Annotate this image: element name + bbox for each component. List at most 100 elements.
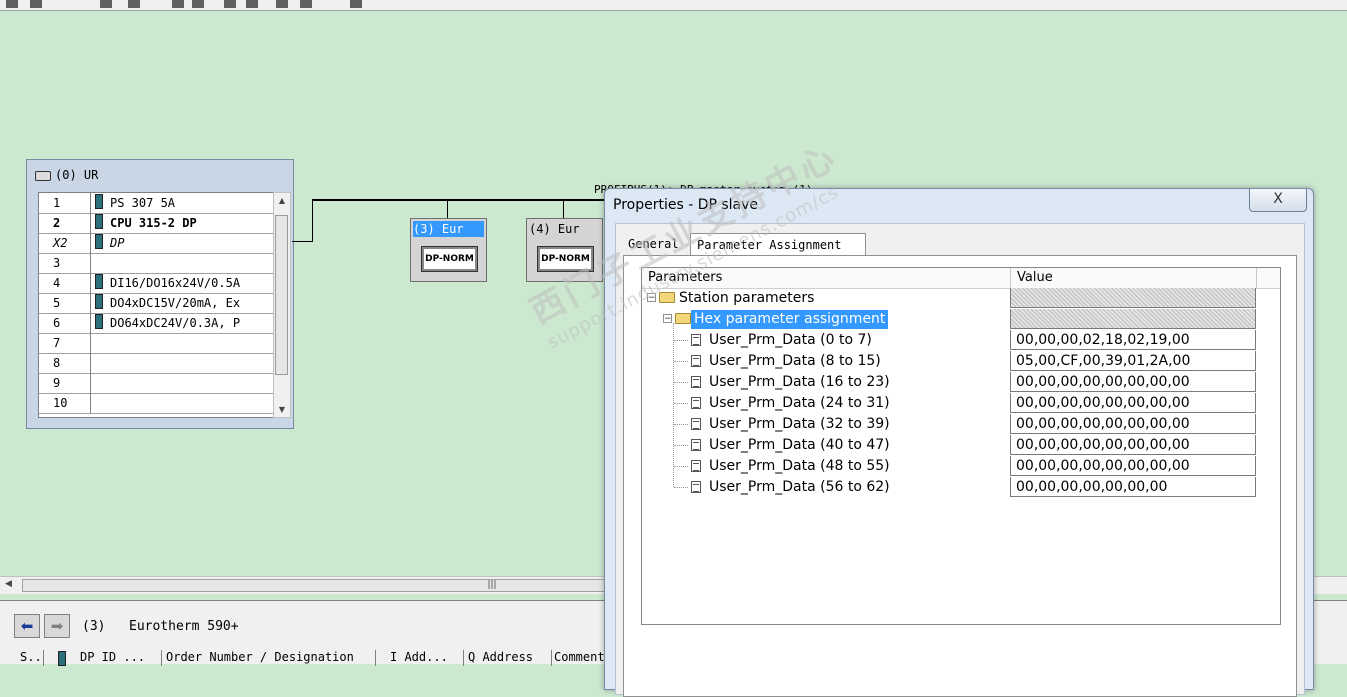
tree-row-user-prm[interactable]: User_Prm_Data (0 to 7) 00,00,00,02,18,02,… <box>642 330 1258 351</box>
tree-row-user-prm[interactable]: User_Prm_Data (24 to 31) 00,00,00,00,00,0… <box>642 393 1258 414</box>
parameter-icon <box>691 334 701 346</box>
tree-row-user-prm[interactable]: User_Prm_Data (8 to 15) 05,00,CF,00,39,01… <box>642 351 1258 372</box>
open-icon[interactable] <box>30 0 42 8</box>
save-icon[interactable] <box>100 0 112 8</box>
rack-slot-number: 3 <box>39 253 91 273</box>
paste-icon[interactable] <box>192 0 204 8</box>
rack-icon <box>35 170 51 181</box>
new-icon[interactable] <box>6 0 18 8</box>
dp-slave-3[interactable]: (3) Eur DP-NORM <box>410 218 487 282</box>
tree-value[interactable]: 00,00,00,00,00,00,00,00 <box>1010 393 1256 413</box>
col-value[interactable]: Value <box>1017 270 1053 285</box>
rack-module[interactable]: PS 307 5A <box>95 193 175 213</box>
tree-guide <box>674 424 688 425</box>
rack-module-label: CPU 315-2 DP <box>110 216 197 230</box>
rack-row[interactable]: 7 <box>39 333 274 354</box>
rack-row[interactable]: 5 DO4xDC15V/20mA, Ex <box>39 293 274 314</box>
module-icon <box>95 314 103 329</box>
tab-parameter-assignment[interactable]: Parameter Assignment <box>690 233 866 255</box>
slave-3-drop <box>447 199 448 218</box>
col-slot[interactable]: S.. <box>16 650 44 666</box>
module-icon <box>95 294 103 309</box>
rack-slot-number: 7 <box>39 333 91 353</box>
parameter-icon <box>691 376 701 388</box>
col-i-address[interactable]: I Add... <box>386 650 464 666</box>
tree-value[interactable]: 00,00,00,00,00,00,00,00 <box>1010 435 1256 455</box>
tree-label: User_Prm_Data (48 to 55) <box>709 458 890 474</box>
col-q-address[interactable]: Q Address <box>464 650 552 666</box>
tree-value[interactable]: 00,00,00,00,00,00,00 <box>1010 477 1256 497</box>
rack-row[interactable]: 2 CPU 315-2 DP <box>39 213 274 234</box>
scroll-down-icon[interactable]: ▼ <box>274 405 290 414</box>
tree-guide <box>674 382 688 383</box>
detail-slot-number: (3) <box>82 619 106 634</box>
copy-icon[interactable] <box>172 0 184 8</box>
tree-row-hex[interactable]: − Hex parameter assignment <box>642 309 1258 330</box>
parameter-tree[interactable]: Parameters Value − Station parameters − Hex… <box>641 267 1281 625</box>
print-icon[interactable] <box>128 0 140 8</box>
tree-value[interactable]: 00,00,00,00,00,00,00,00 <box>1010 372 1256 392</box>
tree-row-user-prm[interactable]: User_Prm_Data (48 to 55) 00,00,00,00,00,0… <box>642 456 1258 477</box>
rack-slot-number: 6 <box>39 313 91 333</box>
tree-row-user-prm[interactable]: User_Prm_Data (56 to 62) 00,00,00,00,00,0… <box>642 477 1258 498</box>
tab-general[interactable]: General <box>626 233 692 255</box>
rack-row[interactable]: 8 <box>39 353 274 374</box>
tree-guide <box>674 466 688 467</box>
dp-slave-3-icon[interactable]: DP-NORM <box>421 246 478 272</box>
rack-module[interactable]: DP <box>95 233 124 253</box>
back-arrow-icon[interactable]: ⬅ <box>14 614 40 638</box>
scroll-left-icon[interactable]: ◀ <box>5 579 12 589</box>
rack-row[interactable]: 1 PS 307 5A <box>39 193 274 214</box>
tree-row-user-prm[interactable]: User_Prm_Data (40 to 47) 00,00,00,00,00,0… <box>642 435 1258 456</box>
tree-row-station[interactable]: − Station parameters <box>642 288 1258 309</box>
close-icon[interactable]: X <box>1249 189 1307 212</box>
rack-slot-number: 9 <box>39 373 91 393</box>
rack-row[interactable]: 3 <box>39 253 274 274</box>
upload-icon[interactable] <box>246 0 258 8</box>
toolbar <box>0 0 1347 11</box>
collapse-icon[interactable]: − <box>663 314 672 324</box>
tree-value[interactable]: 00,00,00,02,18,02,19,00 <box>1010 330 1256 350</box>
module-icon <box>95 214 103 229</box>
tree-label: User_Prm_Data (24 to 31) <box>709 395 890 411</box>
rack-table[interactable]: 1 PS 307 5A 2 CPU 315-2 DP X2 DP 3 4 DI16/DO16x2… <box>38 192 275 418</box>
help-icon[interactable] <box>350 0 362 8</box>
rack-slot-number: 8 <box>39 353 91 373</box>
tree-label: Station parameters <box>679 290 815 306</box>
col-parameters[interactable]: Parameters <box>648 270 722 285</box>
rack-row[interactable]: 6 DO64xDC24V/0.3A, P <box>39 313 274 334</box>
rack-row[interactable]: X2 DP <box>39 233 274 254</box>
rack-module[interactable]: DO4xDC15V/20mA, Ex <box>95 293 240 313</box>
rack-scrollbar[interactable]: ▲ ▼ <box>273 192 291 418</box>
tree-value[interactable]: 05,00,CF,00,39,01,2A,00 <box>1010 351 1256 371</box>
rack-row[interactable]: 10 <box>39 393 274 414</box>
rack-scroll-thumb[interactable] <box>275 215 288 375</box>
tree-row-user-prm[interactable]: User_Prm_Data (32 to 39) 00,00,00,00,00,0… <box>642 414 1258 435</box>
tree-value[interactable]: 00,00,00,00,00,00,00,00 <box>1010 414 1256 434</box>
tree-label: User_Prm_Data (32 to 39) <box>709 416 890 432</box>
module-icon <box>95 274 103 289</box>
rack-row[interactable]: 9 <box>39 373 274 394</box>
tree-guide <box>674 445 688 446</box>
download-icon[interactable] <box>224 0 236 8</box>
tree-row-user-prm[interactable]: User_Prm_Data (16 to 23) 00,00,00,00,00,0… <box>642 372 1258 393</box>
collapse-icon[interactable]: − <box>647 293 656 303</box>
properties-dialog[interactable]: Properties - DP slave X General Paramete… <box>604 188 1314 697</box>
rack-module[interactable]: CPU 315-2 DP <box>95 213 197 233</box>
config-icon[interactable] <box>300 0 312 8</box>
tree-value[interactable]: 00,00,00,00,00,00,00,00 <box>1010 456 1256 476</box>
col-order-number[interactable]: Order Number / Designation <box>162 650 376 666</box>
rack-module-label: DP <box>110 236 125 250</box>
col-dp-id[interactable]: DP ID ... <box>50 650 162 666</box>
catalog-icon[interactable] <box>276 0 288 8</box>
dialog-client: General Parameter Assignment Parameters … <box>615 223 1305 697</box>
rack-row[interactable]: 4 DI16/DO16x24V/0.5A <box>39 273 274 294</box>
rack-module[interactable]: DO64xDC24V/0.3A, P <box>95 313 240 333</box>
rack-window[interactable]: (0) UR 1 PS 307 5A 2 CPU 315-2 DP X2 DP 3 4 DI16… <box>26 159 294 429</box>
forward-arrow-icon[interactable]: ➡ <box>44 614 70 638</box>
dp-slave-4[interactable]: (4) Eur DP-NORM <box>526 218 603 282</box>
rack-module[interactable]: DI16/DO16x24V/0.5A <box>95 273 240 293</box>
tree-value <box>1010 309 1256 329</box>
dp-slave-4-icon[interactable]: DP-NORM <box>537 246 594 272</box>
scroll-up-icon[interactable]: ▲ <box>274 196 290 205</box>
